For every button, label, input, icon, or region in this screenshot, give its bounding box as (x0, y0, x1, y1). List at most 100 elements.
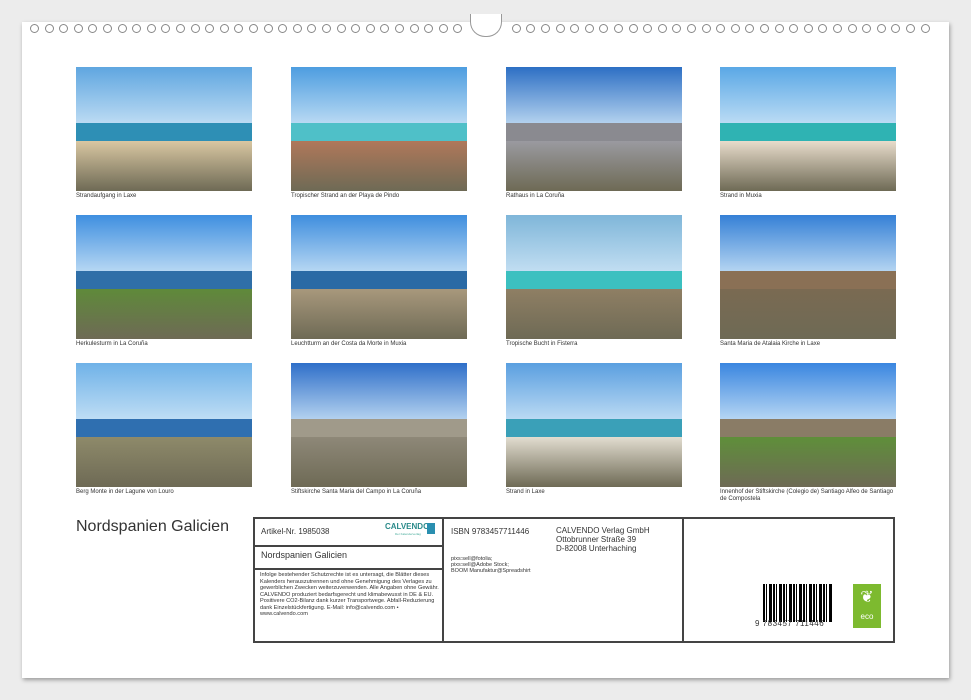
photo-land (720, 437, 896, 487)
binding-ring (556, 24, 565, 33)
isbn: ISBN 9783457711446 (451, 527, 529, 536)
binding-ring (702, 24, 711, 33)
binding-ring (132, 24, 141, 33)
binding-ring (716, 24, 725, 33)
photo-caption: Stiftskirche Santa Maria del Campo in La… (291, 489, 471, 496)
photo (291, 215, 467, 339)
photo-caption: Leuchtturm an der Costa da Morte in Muxi… (291, 341, 471, 348)
binding-ring (249, 24, 258, 33)
binding-ring (380, 24, 389, 33)
photo (506, 363, 682, 487)
calendar-page: Strandaufgang in LaxeTropischer Strand a… (0, 0, 971, 700)
binding-ring (45, 24, 54, 33)
photo-land (76, 437, 252, 487)
photo-land (291, 437, 467, 487)
photo-land (720, 141, 896, 191)
photo (720, 67, 896, 191)
binding-ring (818, 24, 827, 33)
photo-land (291, 141, 467, 191)
photo-caption: Innenhof der Stiftskirche (Colegio de) S… (720, 489, 900, 503)
binding-ring (366, 24, 375, 33)
binding-ring (629, 24, 638, 33)
calvendo-logo-icon (427, 523, 435, 534)
eco-text: eco (853, 612, 881, 621)
binding-ring (205, 24, 214, 33)
photo (720, 363, 896, 487)
photo (291, 67, 467, 191)
photo (506, 215, 682, 339)
binding-ring (585, 24, 594, 33)
photo-land (291, 289, 467, 339)
calendar-title: Nordspanien Galicien (76, 518, 229, 536)
binding-ring (191, 24, 200, 33)
photo-caption: Strand in Laxe (506, 489, 686, 496)
photo-caption: Berg Monte in der Lagune von Louro (76, 489, 256, 496)
divider (255, 545, 443, 547)
photo-caption: Herkulesturm in La Coruña (76, 341, 256, 348)
binding-ring (512, 24, 521, 33)
binding-ring (775, 24, 784, 33)
photo-caption: Strandaufgang in Laxe (76, 193, 256, 200)
photo-caption: Santa Maria de Atalaia Kirche in Laxe (720, 341, 900, 348)
binding-ring (103, 24, 112, 33)
photo (76, 363, 252, 487)
leaf-icon: ❦ (853, 584, 881, 612)
photo-land (506, 141, 682, 191)
divider (682, 519, 684, 641)
binding-ring (921, 24, 930, 33)
binding-ring (760, 24, 769, 33)
binding-ring (804, 24, 813, 33)
photo-land (76, 141, 252, 191)
photo-land (506, 437, 682, 487)
photo (506, 67, 682, 191)
binding-ring (599, 24, 608, 33)
binding-ring (906, 24, 915, 33)
photo-land (720, 289, 896, 339)
binding-ring (658, 24, 667, 33)
binding-ring (424, 24, 433, 33)
barcode (763, 584, 833, 622)
binding-ring (745, 24, 754, 33)
legal-text: Infolge bestehender Schutzrechte ist es … (260, 572, 440, 618)
binding-ring (220, 24, 229, 33)
credit-line: BOOM Manufaktur@Spreadshirt (451, 568, 531, 574)
publisher-line: Ottobrunner Straße 39 (556, 535, 650, 544)
photo (76, 67, 252, 191)
binding-ring (234, 24, 243, 33)
calvendo-logo: CALVENDO (385, 522, 429, 531)
photo-land (506, 289, 682, 339)
binding-ring (176, 24, 185, 33)
eco-label: ❦eco (853, 584, 881, 628)
binding-ring (672, 24, 681, 33)
binding-ring (541, 24, 550, 33)
binding-ring (891, 24, 900, 33)
photo (76, 215, 252, 339)
binding-ring (877, 24, 886, 33)
binding-ring (264, 24, 273, 33)
binding-ring (59, 24, 68, 33)
binding-ring (293, 24, 302, 33)
product-name: Nordspanien Galicien (261, 550, 347, 560)
binding-ring (351, 24, 360, 33)
binding-ring (833, 24, 842, 33)
photo-caption: Rathaus in La Coruña (506, 193, 686, 200)
binding-ring (395, 24, 404, 33)
article-number: Artikel-Nr. 1985038 (261, 527, 329, 536)
binding-ring (161, 24, 170, 33)
publisher-line: CALVENDO Verlag GmbH (556, 526, 650, 535)
binding-ring (30, 24, 39, 33)
binding-ring (687, 24, 696, 33)
info-box: Artikel-Nr. 1985038 CALVENDO Der Kalende… (253, 517, 895, 643)
binding-ring (307, 24, 316, 33)
divider (442, 519, 444, 641)
binding-ring (570, 24, 579, 33)
publisher-address: CALVENDO Verlag GmbH Ottobrunner Straße … (556, 526, 650, 553)
photo-caption: Tropische Bucht in Fisterra (506, 341, 686, 348)
binding-ring (789, 24, 798, 33)
binding-ring (337, 24, 346, 33)
binding-ring (278, 24, 287, 33)
binding-ring (848, 24, 857, 33)
photo-caption: Strand in Muxia (720, 193, 900, 200)
binding-ring (88, 24, 97, 33)
binding-ring (439, 24, 448, 33)
